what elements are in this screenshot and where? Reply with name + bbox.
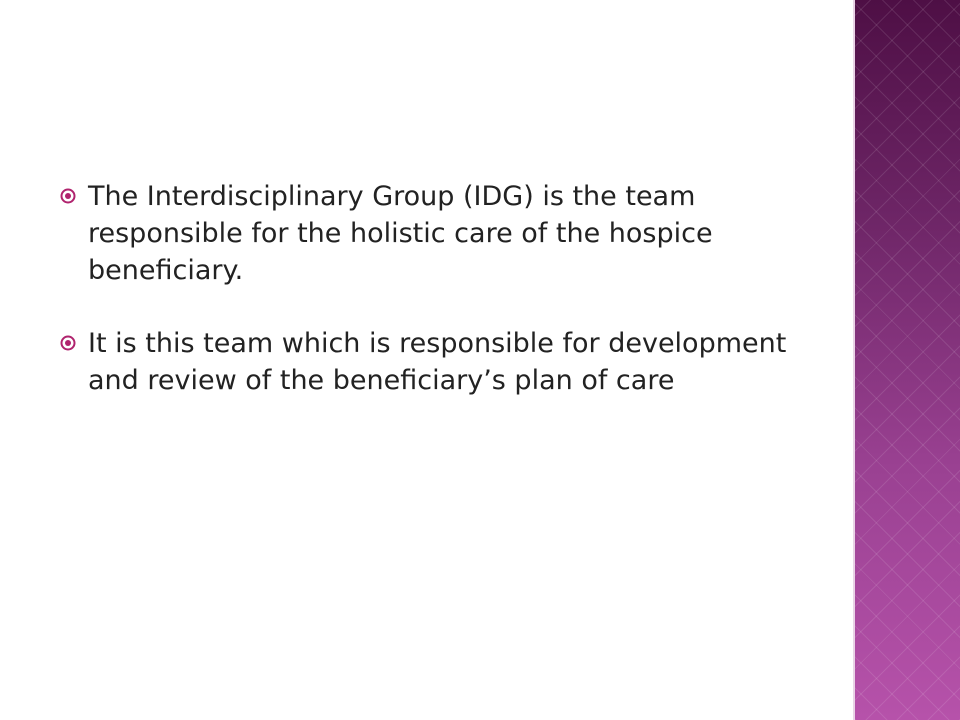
bullet-item: It is this team which is responsible for… [60,325,800,399]
bullet-text: The Interdisciplinary Group (IDG) is the… [88,181,713,286]
bullet-item: The Interdisciplinary Group (IDG) is the… [60,178,800,289]
bullet-text: It is this team which is responsible for… [88,328,787,396]
decorative-side-panel [855,0,960,720]
circled-dot-bullet-icon [60,335,76,351]
slide: The Interdisciplinary Group (IDG) is the… [0,0,960,720]
bullet-list: The Interdisciplinary Group (IDG) is the… [60,178,800,435]
circled-dot-bullet-icon [60,188,76,204]
